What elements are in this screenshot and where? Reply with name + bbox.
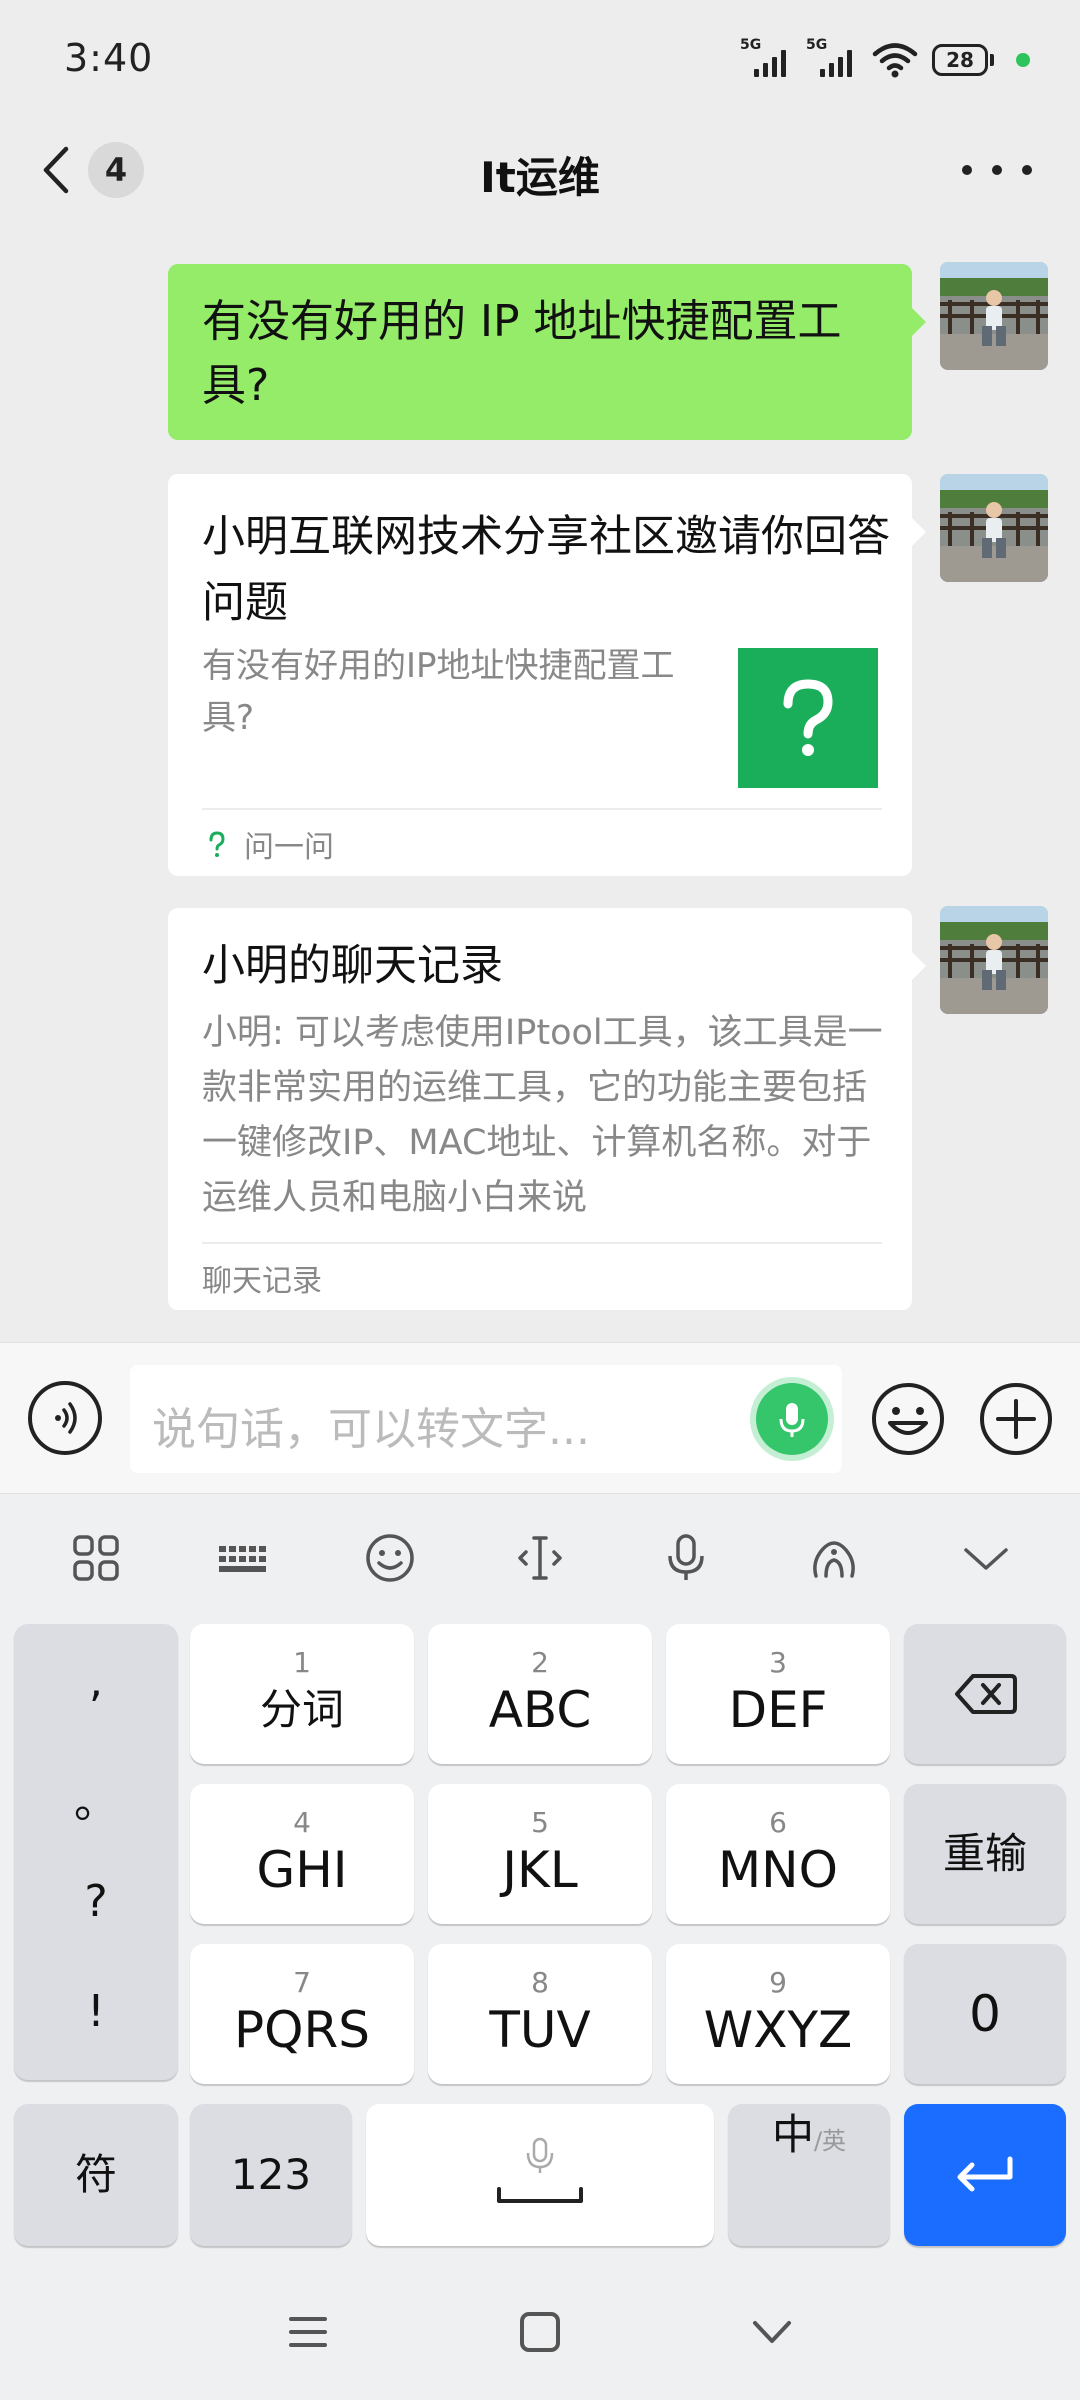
battery-icon: 28 [932,44,994,76]
menu-icon[interactable] [278,2302,338,2362]
punct-key[interactable]: , [14,1656,178,1707]
cursor-icon[interactable] [512,1530,568,1586]
battery-level: 28 [932,44,988,76]
avatar-photo [940,906,1048,1014]
message-input[interactable]: 说句话，可以转文字... [130,1365,842,1473]
key-1[interactable]: 1 分词 [190,1624,414,1764]
key-4[interactable]: 4 GHI [190,1784,414,1924]
keyboard-icon[interactable] [215,1530,271,1586]
divider [202,1242,882,1244]
chat-title: It运维 [480,153,600,202]
plus-icon[interactable] [978,1381,1054,1457]
enter-key[interactable] [904,2104,1066,2246]
question-thumbnail-icon [738,648,878,788]
card-description: 小明: 可以考虑使用IPtool工具，该工具是一款非常实用的运维工具，它的功能主… [202,1013,883,1218]
back-icon[interactable] [742,2302,802,2362]
avatar[interactable] [940,262,1048,370]
avatar[interactable] [940,474,1048,582]
signal-5g-icon: 5G [740,37,792,79]
zero-key[interactable]: 0 [904,1944,1066,2084]
emoji-icon[interactable] [362,1530,418,1586]
language-switch-key[interactable]: 中 /英 [728,2104,890,2246]
navigation-bar [0,2260,1080,2400]
card-title: 小明互联网技术分享社区邀请你回答问题 [202,512,890,628]
key-5[interactable]: 5 JKL [428,1784,652,1924]
space-mic-icon [497,2137,583,2203]
message-bubble-sent[interactable]: 有没有好用的 IP 地址快捷配置工具? [168,264,926,440]
punct-key[interactable]: 。 [14,1766,178,1830]
status-time: 3:40 [64,36,154,80]
divider [202,808,882,810]
key-7[interactable]: 7 PQRS [190,1944,414,2084]
question-icon [209,831,225,857]
key-9[interactable]: 9 WXYZ [666,1944,890,2084]
mic-icon[interactable] [658,1530,714,1586]
key-2[interactable]: 2 ABC [428,1624,652,1764]
key-3[interactable]: 3 DEF [666,1624,890,1764]
punctuation-column[interactable]: , 。 ? ! [14,1624,178,2080]
space-key[interactable] [366,2104,714,2246]
question-card[interactable]: 小明互联网技术分享社区邀请你回答问题 有没有好用的IP地址快捷配置工具? 问一问 [168,474,926,876]
emoji-icon[interactable] [870,1381,946,1457]
card-description: 有没有好用的IP地址快捷配置工具? [202,646,675,738]
card-footer-label: 问一问 [244,830,334,865]
symbols-key[interactable]: 符 [14,2104,178,2246]
chat-header: 4 It运维 [0,120,1080,220]
message-input-placeholder: 说句话，可以转文字... [152,1404,590,1455]
status-icons: 5G 5G 28 [740,37,1030,80]
privacy-indicator [1016,53,1030,67]
avatar-photo [940,474,1048,582]
chat-record-card[interactable]: 小明的聊天记录 小明: 可以考虑使用IPtool工具，该工具是一款非常实用的运维… [168,908,926,1310]
reenter-key[interactable]: 重输 [904,1784,1066,1924]
collapse-icon[interactable] [958,1530,1014,1586]
home-icon[interactable] [510,2302,570,2362]
grid-icon[interactable] [68,1530,124,1586]
numbers-key[interactable]: 123 [190,2104,352,2246]
status-bar: 3:40 5G 5G 28 [0,0,1080,120]
handwriting-icon[interactable] [806,1530,862,1586]
more-icon[interactable] [962,148,1032,192]
punct-key[interactable]: ! [14,1986,178,2037]
backspace-key[interactable] [904,1624,1066,1764]
backspace-icon [955,1674,1017,1714]
key-6[interactable]: 6 MNO [666,1784,890,1924]
punct-key[interactable]: ? [14,1876,178,1927]
avatar[interactable] [940,906,1048,1014]
card-footer: 问一问 [202,818,334,870]
input-bar: 说句话，可以转文字... [0,1342,1080,1494]
enter-icon [957,2156,1013,2192]
card-footer-label: 聊天记录 [202,1264,322,1299]
card-title: 小明的聊天记录 [202,941,503,991]
mic-icon[interactable] [756,1383,828,1455]
signal-5g-icon: 5G [806,37,858,79]
key-8[interactable]: 8 TUV [428,1944,652,2084]
avatar-photo [940,262,1048,370]
voice-icon[interactable] [28,1381,102,1455]
keyboard-toolbar [0,1494,1080,1614]
wifi-icon [872,43,918,78]
